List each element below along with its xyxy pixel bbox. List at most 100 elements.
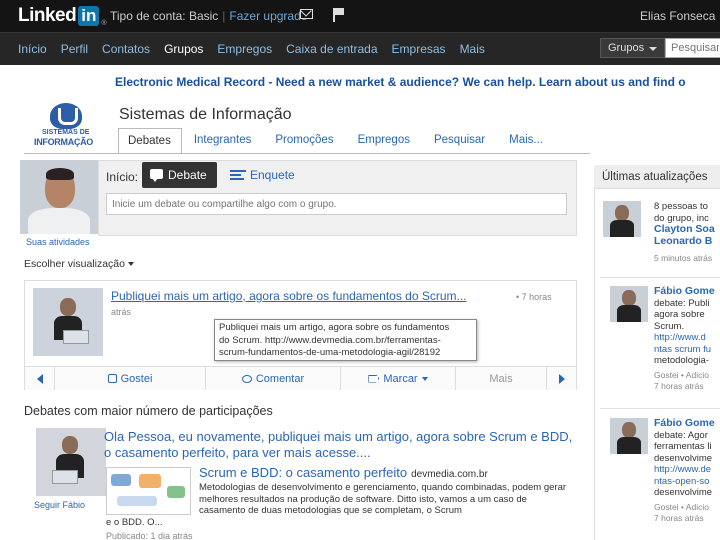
group-logo[interactable]: SISTEMAS DE INFORMAÇÃO — [28, 103, 103, 150]
author-head — [622, 422, 636, 438]
update-item: 8 pessoas to do grupo, inc Clayton Soa L… — [654, 201, 720, 265]
nav-item-empregos[interactable]: Empregos — [217, 42, 272, 56]
update-text: desenvolvime — [654, 487, 713, 498]
update-time: 5 minutos atrás — [654, 253, 713, 263]
avatar-shirt — [28, 208, 90, 234]
group-logo-mark — [50, 103, 82, 129]
comment-icon — [241, 374, 252, 383]
popular-author-photo[interactable] — [36, 428, 106, 496]
update-text: debate: Publi — [654, 297, 710, 309]
mail-icon[interactable] — [300, 9, 313, 19]
nav-item-mais[interactable]: Mais — [460, 42, 485, 56]
author-head — [62, 436, 78, 454]
arrow-right-icon — [558, 373, 565, 384]
discussion-input[interactable] — [106, 193, 567, 215]
update-link[interactable]: http://www.de — [654, 464, 720, 476]
thumbs-up-icon — [107, 374, 117, 383]
update-actions[interactable]: Gostei • Adicio — [654, 370, 720, 382]
update-item: Fábio Gome debate: Publi agora sobre Scr… — [654, 286, 720, 393]
update-photo[interactable] — [610, 286, 648, 322]
diagram-block — [111, 474, 131, 486]
update-photo[interactable] — [610, 418, 648, 454]
comment-label: Comentar — [255, 372, 305, 385]
nav-item-inicio[interactable]: Início — [18, 42, 47, 56]
tag-button[interactable]: Marcar — [341, 367, 456, 390]
poll-button-label: Enquete — [250, 168, 295, 182]
tab-mais[interactable]: Mais... — [497, 128, 555, 154]
group-title[interactable]: Sistemas de Informação — [119, 106, 292, 124]
start-label: Início: — [106, 170, 139, 184]
tooltip-line: Publiquei mais um artigo, agora sobre os… — [219, 322, 450, 333]
update-item: Fábio Gome debate: Agor ferramentas li d… — [654, 418, 720, 525]
update-name-link[interactable]: Leonardo B — [654, 235, 720, 248]
shared-link-source: devmedia.com.br — [411, 469, 488, 480]
account-type: Tipo de conta: Basic | Fazer upgrade — [110, 9, 307, 23]
update-text: agora sobre — [654, 309, 705, 320]
search-input[interactable] — [665, 38, 720, 58]
nav-item-empresas[interactable]: Empresas — [392, 42, 446, 56]
logo-wordmark: Linked — [18, 5, 77, 26]
post-title-link[interactable]: Publiquei mais um artigo, agora sobre os… — [111, 289, 467, 303]
shared-link-description-tail: e o BDD. O... — [106, 517, 163, 528]
avatar-hair — [46, 168, 74, 180]
update-actions[interactable]: Gostei • Adicio — [654, 502, 720, 514]
next-post-button[interactable] — [546, 367, 576, 390]
flag-icon[interactable] — [333, 8, 345, 22]
tab-integrantes[interactable]: Integrantes — [182, 128, 264, 154]
update-time: 7 horas atrás — [654, 381, 704, 391]
tab-debates[interactable]: Debates — [118, 128, 182, 154]
shared-link-title[interactable]: Scrum e BDD: o casamento perfeito — [199, 465, 407, 480]
update-photo[interactable] — [603, 201, 641, 237]
poll-button[interactable]: Enquete — [228, 168, 295, 182]
nav-item-caixa-de-entrada[interactable]: Caixa de entrada — [286, 42, 377, 56]
user-avatar[interactable] — [20, 160, 98, 234]
diagram-block — [167, 486, 185, 498]
poll-bars-icon — [230, 170, 246, 181]
view-selector[interactable]: Escolher visualização — [24, 258, 134, 270]
account-separator: | — [222, 9, 226, 23]
author-torso — [617, 437, 641, 454]
tab-empregos[interactable]: Empregos — [346, 128, 422, 154]
update-divider — [600, 277, 720, 278]
speech-bubble-icon — [150, 169, 163, 182]
shared-link-thumbnail[interactable] — [106, 467, 191, 515]
update-link[interactable]: ntas scrum fu — [654, 344, 720, 356]
author-head — [615, 205, 629, 221]
update-name-link[interactable]: Fábio Gome — [654, 286, 720, 298]
chevron-down-icon — [421, 376, 428, 381]
author-torso — [617, 305, 641, 322]
tab-pesquisar[interactable]: Pesquisar — [422, 128, 497, 154]
nav-item-contatos[interactable]: Contatos — [102, 42, 150, 56]
more-label: Mais — [489, 372, 513, 385]
group-logo-text-small: SISTEMAS DE — [42, 129, 90, 136]
update-link[interactable]: http://www.d — [654, 332, 720, 344]
post-author-photo[interactable] — [33, 288, 103, 356]
tabs-divider — [24, 153, 590, 154]
nav-item-grupos[interactable]: Grupos — [164, 42, 203, 56]
upgrade-link[interactable]: Fazer upgrade — [229, 9, 307, 23]
user-activity-link[interactable]: Suas atividades — [26, 237, 90, 247]
author-head — [622, 290, 636, 306]
laptop-shape — [63, 330, 89, 344]
popular-post-title[interactable]: Ola Pessoa, eu novamente, publiquei mais… — [104, 429, 574, 461]
follow-author-link[interactable]: Seguir Fábio — [34, 500, 85, 510]
user-name[interactable]: Elias Fonseca — [640, 9, 715, 23]
chevron-down-icon — [127, 262, 134, 267]
author-head — [60, 298, 76, 316]
update-link[interactable]: ntas-open-so — [654, 476, 720, 488]
like-button[interactable]: Gostei — [55, 367, 206, 390]
linkedin-logo[interactable]: Linked in ® — [18, 5, 107, 27]
prev-post-button[interactable] — [25, 367, 55, 390]
nav-item-perfil[interactable]: Perfil — [61, 42, 88, 56]
more-button[interactable]: Mais — [456, 367, 546, 390]
ad-banner-text[interactable]: Electronic Medical Record - Need a new m… — [115, 75, 686, 89]
comment-button[interactable]: Comentar — [206, 367, 341, 390]
update-text: ferramentas li — [654, 441, 712, 452]
update-name-link[interactable]: Clayton Soa — [654, 223, 720, 236]
debate-button[interactable]: Debate — [142, 162, 217, 188]
update-name-link[interactable]: Fábio Gome — [654, 418, 720, 430]
nav-list: Início Perfil Contatos Grupos Empregos C… — [18, 42, 499, 56]
tab-promocoes[interactable]: Promoções — [263, 128, 345, 154]
tag-label: Marcar — [383, 372, 418, 385]
search-scope-select[interactable]: Grupos — [600, 38, 665, 58]
